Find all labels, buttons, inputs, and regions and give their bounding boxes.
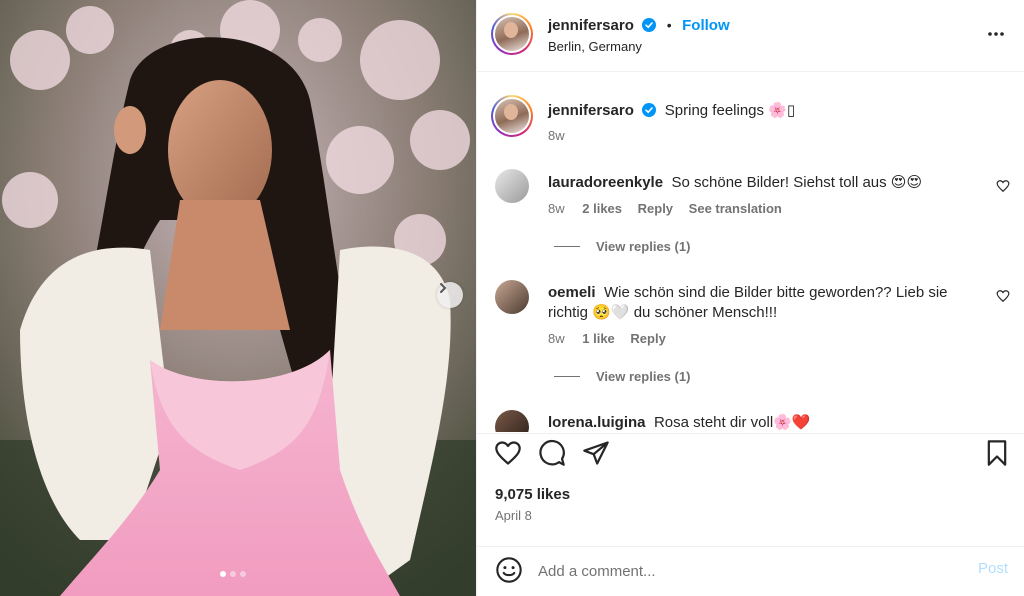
post-details-panel: jennifersaro • Follow Berlin, Germany je… [476, 0, 1024, 596]
follow-button[interactable]: Follow [682, 17, 730, 34]
comment-username[interactable]: lauradoreenkyle [548, 174, 663, 191]
caption: jennifersaro Spring feelings 🌸▯ [548, 101, 795, 120]
comment-username[interactable]: lorena.luigina [548, 414, 646, 431]
comment-time[interactable]: 8w [548, 331, 565, 346]
verified-badge-icon [642, 103, 657, 117]
caption-author-avatar[interactable] [491, 95, 533, 137]
view-replies-label: View replies (1) [596, 239, 691, 254]
author-avatar[interactable] [491, 13, 533, 55]
comment-like-heart-icon[interactable] [996, 179, 1010, 193]
comment-avatar[interactable] [495, 410, 529, 432]
comment-like-heart-icon[interactable] [996, 289, 1010, 303]
post-actions: 9,075 likes April 8 [477, 433, 1024, 546]
post-location[interactable]: Berlin, Germany [548, 39, 642, 54]
comment-likes[interactable]: 2 likes [582, 201, 622, 216]
comment-time[interactable]: 8w [548, 201, 565, 216]
bookmark-icon[interactable] [983, 439, 1011, 467]
comment-text: Rosa steht dir voll🌸❤️ [653, 414, 811, 431]
caption-username[interactable]: jennifersaro [548, 102, 634, 119]
carousel-next-button[interactable] [437, 282, 463, 308]
paper-plane-icon[interactable] [582, 439, 610, 467]
comment-avatar[interactable] [495, 280, 529, 314]
view-replies-label: View replies (1) [596, 369, 691, 384]
likes-count[interactable]: 9,075 likes [495, 486, 570, 503]
comment-item: oemeli Wie schön sind die Bilder bitte g… [548, 283, 968, 323]
comment-text: Wie schön sind die Bilder bitte geworden… [548, 284, 948, 321]
replies-divider [554, 376, 580, 377]
comment-meta: 8w 1 like Reply [548, 331, 666, 346]
chevron-right-icon [440, 283, 447, 293]
caption-text: Spring feelings 🌸▯ [664, 102, 796, 119]
comment-meta: 8w 2 likes Reply See translation [548, 201, 782, 216]
post-comment-button[interactable]: Post [978, 560, 1008, 577]
post-photo [0, 0, 476, 596]
carousel-dot [240, 571, 246, 577]
author-username[interactable]: jennifersaro [548, 17, 634, 34]
caption-time[interactable]: 8w [548, 128, 565, 143]
separator-dot: • [666, 17, 672, 33]
verified-badge-icon [642, 18, 657, 32]
carousel-dot [220, 571, 226, 577]
carousel-dot [230, 571, 236, 577]
comment-item: lorena.luigina Rosa steht dir voll🌸❤️ [548, 413, 988, 432]
emoji-smiley-icon[interactable] [495, 556, 523, 584]
reply-button[interactable]: Reply [638, 201, 673, 216]
comment-likes[interactable]: 1 like [582, 331, 615, 346]
post-header: jennifersaro • Follow Berlin, Germany [477, 0, 1024, 72]
reply-button[interactable]: Reply [630, 331, 665, 346]
replies-divider [554, 246, 580, 247]
comments-list[interactable]: jennifersaro Spring feelings 🌸▯ 8w laura… [477, 73, 1024, 432]
comment-avatar[interactable] [495, 169, 529, 203]
see-translation-button[interactable]: See translation [689, 201, 782, 216]
comment-item: lauradoreenkyle So schöne Bilder! Siehst… [548, 173, 988, 192]
comment-text: So schöne Bilder! Siehst toll aus 😍😍 [671, 174, 923, 191]
photo-image [0, 0, 476, 596]
post-date[interactable]: April 8 [495, 508, 532, 523]
comment-username[interactable]: oemeli [548, 284, 596, 301]
carousel-indicator [220, 571, 246, 577]
comment-bubble-icon[interactable] [538, 439, 566, 467]
heart-icon[interactable] [494, 439, 522, 467]
view-replies-button[interactable]: View replies (1) [554, 369, 690, 384]
add-comment-input[interactable] [538, 559, 958, 583]
more-options-icon[interactable] [987, 25, 1005, 43]
view-replies-button[interactable]: View replies (1) [554, 239, 690, 254]
comment-composer: Post [477, 546, 1024, 596]
